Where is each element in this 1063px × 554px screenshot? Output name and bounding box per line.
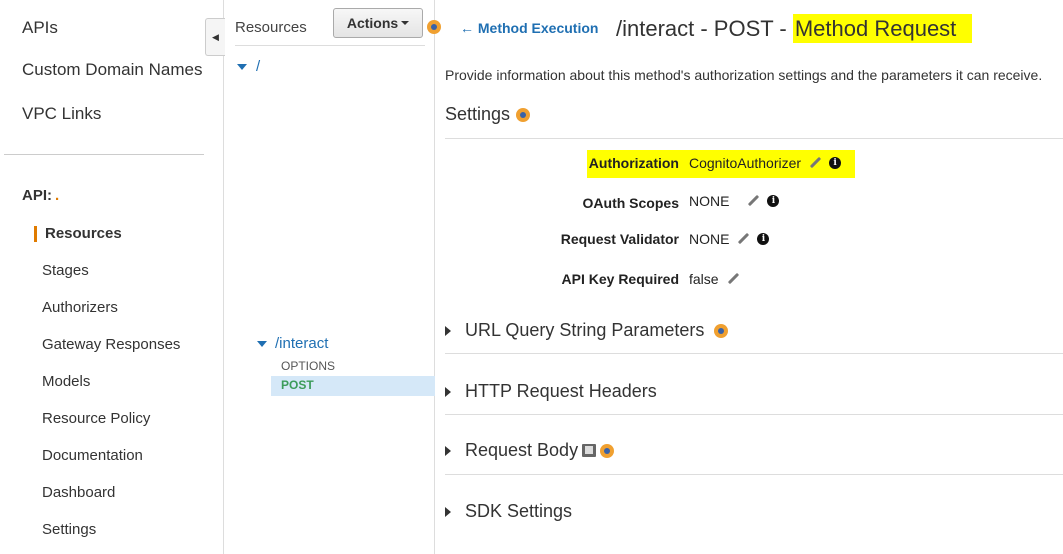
actions-label: Actions [346,15,399,31]
method-post-row[interactable]: POST [271,376,435,396]
tree-root-resource[interactable]: / [237,58,260,75]
api-label: API:. [22,187,59,204]
info-circle-icon[interactable]: i [757,233,770,245]
oauth-scopes-value-row: NONE i [689,193,780,209]
expand-triangle-icon [445,386,451,397]
api-key-required-value-row: false [689,271,739,287]
settings-divider [445,138,1063,139]
nav-item-resources[interactable]: Resources [45,225,122,242]
arrow-left-icon: ← [460,20,474,36]
nav-item-dashboard[interactable]: Dashboard [42,484,115,501]
expand-triangle-icon [445,445,451,456]
nav-vpc-links[interactable]: VPC Links [22,104,101,124]
caret-down-icon [401,21,410,25]
expand-caret-icon[interactable] [237,63,247,70]
nav-item-resource-policy[interactable]: Resource Policy [42,410,150,427]
authorization-value: CognitoAuthorizer [689,155,802,171]
section-label: SDK Settings [465,501,573,521]
api-key-required-label: API Key Required [561,271,679,287]
info-circle-icon[interactable]: i [829,157,842,169]
settings-label: Settings [445,104,511,124]
edit-pencil-icon[interactable] [809,157,821,169]
resources-title: Resources [235,19,307,36]
caret-left-icon: ◀ [212,31,219,42]
section-sdk-settings[interactable]: SDK Settings [445,501,1063,522]
actions-button[interactable]: Actions [333,8,423,38]
nav-item-settings[interactable]: Settings [42,521,96,538]
section-label: HTTP Request Headers [465,381,657,401]
main-content: ← Method Execution /interact - POST - Me… [436,0,1063,554]
request-validator-label: Request Validator [560,231,679,247]
method-execution-link[interactable]: ← Method Execution [460,20,598,36]
nav-apis[interactable]: APIs [22,18,58,38]
edit-pencil-icon[interactable] [727,273,739,285]
section-divider [445,414,1063,415]
info-icon[interactable] [714,323,729,338]
section-label: Request Body [465,440,579,460]
method-post[interactable]: POST [281,378,314,392]
api-key-required-value: false [689,271,719,287]
section-divider [445,474,1063,475]
info-circle-icon[interactable]: i [767,195,780,207]
section-url-query-string-parameters[interactable]: URL Query String Parameters [445,320,1063,341]
nav-divider [4,154,204,155]
section-request-body[interactable]: Request Body [445,440,1063,461]
nav-item-gateway-responses[interactable]: Gateway Responses [42,336,180,353]
info-icon[interactable] [516,107,531,122]
book-icon[interactable] [582,444,597,457]
section-http-request-headers[interactable]: HTTP Request Headers [445,381,1063,402]
active-indicator [34,226,37,242]
info-icon[interactable] [600,443,615,458]
nav-item-documentation[interactable]: Documentation [42,447,143,464]
settings-heading: Settings [445,104,531,125]
header-divider [235,45,425,46]
authorization-value-row: CognitoAuthorizer i [689,155,842,171]
page-description: Provide information about this method's … [445,67,1043,83]
request-validator-value: NONE [689,231,730,247]
tree-root-label: / [256,58,261,75]
left-navigation: APIs Custom Domain Names VPC Links API:.… [0,0,224,554]
expand-caret-icon[interactable] [257,340,267,347]
page-title: /interact - POST - Method Request [616,14,973,43]
title-prefix: /interact - POST - [616,16,793,41]
method-options[interactable]: OPTIONS [281,359,335,373]
section-divider [445,353,1063,354]
api-name: . [55,187,60,204]
tree-resource-label: /interact [275,335,329,352]
collapse-nav-button[interactable]: ◀ [205,18,225,56]
api-label-text: API: [22,187,52,204]
edit-pencil-icon[interactable] [737,233,749,245]
nav-item-authorizers[interactable]: Authorizers [42,299,118,316]
request-validator-value-row: NONE i [689,231,770,247]
tree-resource-interact[interactable]: /interact [257,335,328,352]
method-execution-label: Method Execution [477,20,599,36]
nav-item-models[interactable]: Models [42,373,90,390]
nav-item-stages[interactable]: Stages [42,262,89,279]
expand-triangle-icon [445,506,451,517]
authorization-label: Authorization [588,155,679,171]
oauth-scopes-value: NONE [689,193,730,209]
edit-pencil-icon[interactable] [747,195,759,207]
nav-custom-domain-names[interactable]: Custom Domain Names [22,60,202,80]
oauth-scopes-label: OAuth Scopes [582,195,679,211]
expand-triangle-icon [445,325,451,336]
section-label: URL Query String Parameters [465,320,705,340]
title-highlight: Method Request [792,14,973,43]
resources-panel: Resources Actions / /interact OPTIONS PO… [225,0,441,554]
